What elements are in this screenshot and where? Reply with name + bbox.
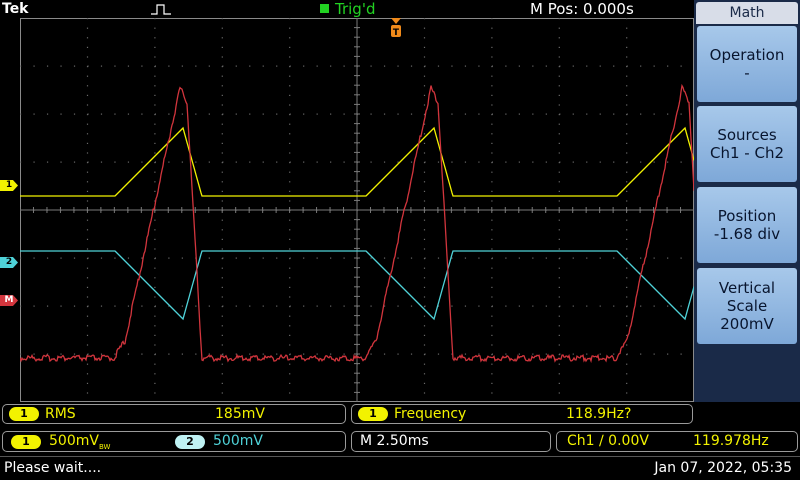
operation-button[interactable]: Operation - [697, 26, 797, 102]
position-label: Position [717, 207, 777, 225]
waveform-graticule [20, 18, 694, 402]
trigger-led-icon [320, 4, 329, 13]
measurement-source-chip: 1 [358, 407, 388, 421]
sources-value: Ch1 - Ch2 [710, 144, 784, 162]
side-menu-title: Math [696, 2, 798, 24]
vertical-scale-button[interactable]: Vertical Scale 200mV [697, 268, 797, 344]
trigger-frequency: 119.978Hz [693, 433, 769, 449]
measurement-value: 118.9Hz? [566, 406, 632, 422]
sources-button[interactable]: Sources Ch1 - Ch2 [697, 106, 797, 182]
math-level-marker[interactable]: M [0, 295, 18, 306]
single-pulse-icon [151, 4, 171, 15]
status-message: Please wait.... [4, 460, 102, 476]
brand-logo: Tek [2, 1, 29, 17]
svg-text:T: T [393, 28, 400, 38]
date-time: Jan 07, 2022, 05:35 [654, 460, 792, 476]
ch2-scale: 500mV [213, 433, 263, 449]
sources-label: Sources [717, 126, 777, 144]
measurement-source-chip: 1 [9, 407, 39, 421]
vertical-scale-label-1: Vertical [718, 279, 776, 297]
ch1-scale: 500mVBW [49, 433, 111, 451]
ch1-chip: 1 [11, 435, 41, 449]
trigger-readout[interactable]: Ch1 ∕ 0.00V 119.978Hz [556, 431, 798, 452]
operation-value: - [744, 64, 750, 82]
timebase-readout[interactable]: M 2.50ms [351, 431, 551, 452]
trigger-source-level: Ch1 ∕ 0.00V [567, 433, 649, 449]
operation-label: Operation [709, 46, 785, 64]
trigger-status: Trig'd [320, 0, 375, 18]
channel-scale-readout[interactable]: 1 500mVBW 2 500mV [2, 431, 346, 452]
measurement-frequency[interactable]: 1 Frequency 118.9Hz? [351, 404, 693, 424]
bottom-status-bar: Please wait.... Jan 07, 2022, 05:35 [0, 456, 800, 480]
ch2-chip: 2 [175, 435, 205, 449]
position-button[interactable]: Position -1.68 div [697, 187, 797, 263]
vertical-scale-label-2: Scale [726, 297, 768, 315]
vertical-scale-value: 200mV [720, 315, 774, 333]
trigger-position-marker-icon[interactable]: T [390, 17, 402, 41]
measurement-label: RMS [45, 406, 76, 422]
position-value: -1.68 div [713, 225, 781, 243]
measurement-rms[interactable]: 1 RMS 185mV [2, 404, 346, 424]
top-status-bar: Tek Trig'd M Pos: 0.000s [0, 0, 694, 18]
measurement-value: 185mV [215, 406, 265, 422]
side-menu: Math Operation - Sources Ch1 - Ch2 Posit… [694, 0, 800, 402]
ch1-level-marker[interactable]: 1 [0, 180, 18, 191]
timebase-value: M 2.50ms [360, 433, 429, 449]
measurement-label: Frequency [394, 406, 467, 422]
bandwidth-limit-indicator: BW [98, 442, 111, 451]
ch2-level-marker[interactable]: 2 [0, 257, 18, 268]
horizontal-position: M Pos: 0.000s [530, 0, 634, 18]
